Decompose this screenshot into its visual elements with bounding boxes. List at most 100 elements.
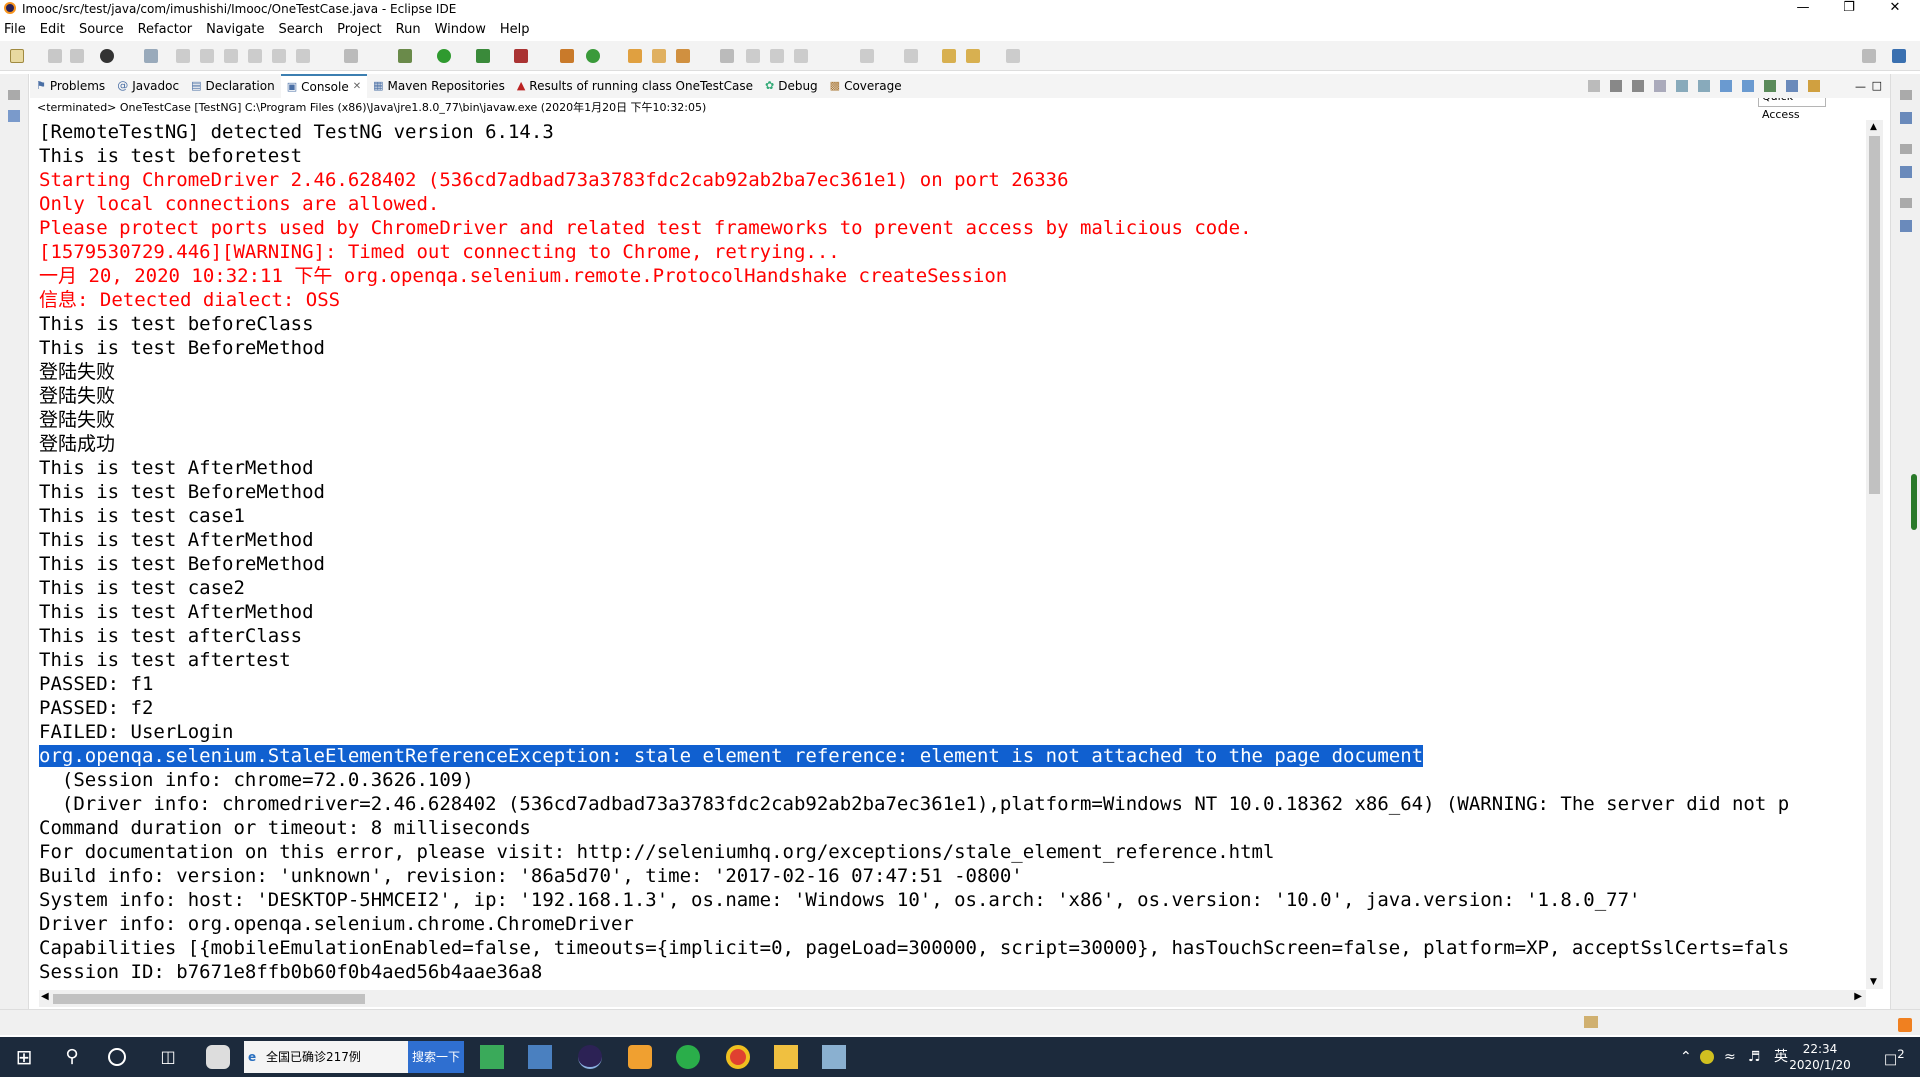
block-select-icon[interactable] xyxy=(770,49,784,63)
suspend-icon[interactable] xyxy=(200,49,214,63)
wechat-icon[interactable] xyxy=(676,1045,700,1069)
vertical-scroll-thumb[interactable] xyxy=(1869,136,1880,494)
terminate-console-icon[interactable] xyxy=(1588,80,1600,92)
tab-javadoc[interactable]: @ Javadoc xyxy=(111,74,185,98)
pin-console-icon[interactable] xyxy=(1764,80,1776,92)
save-all-icon[interactable] xyxy=(70,49,84,63)
taskbar-clock[interactable]: 22:34 2020/1/20 xyxy=(1770,1041,1870,1073)
step-return-icon[interactable] xyxy=(296,49,310,63)
coverage-run-icon[interactable] xyxy=(476,49,490,63)
open-type-icon[interactable] xyxy=(628,49,642,63)
show-on-output-icon[interactable] xyxy=(1720,80,1732,92)
new-class-icon[interactable] xyxy=(586,49,600,63)
console-line-text[interactable]: org.openqa.selenium.StaleElementReferenc… xyxy=(39,745,1424,767)
notification-rss-icon[interactable] xyxy=(1898,1018,1912,1032)
close-tab-icon[interactable]: ✕ xyxy=(353,75,361,99)
menu-help[interactable]: Help xyxy=(500,22,530,37)
menu-window[interactable]: Window xyxy=(435,22,486,37)
scroll-lock-icon[interactable] xyxy=(1676,80,1688,92)
restore-view-icon[interactable] xyxy=(8,90,20,100)
task-list-icon[interactable] xyxy=(1900,112,1912,124)
open-perspective-icon[interactable] xyxy=(1862,49,1876,63)
terminate-icon[interactable] xyxy=(224,49,238,63)
menu-refactor[interactable]: Refactor xyxy=(138,22,193,37)
file-explorer-icon[interactable] xyxy=(774,1045,798,1069)
menu-navigate[interactable]: Navigate xyxy=(206,22,264,37)
skip-breakpoints-icon[interactable] xyxy=(144,49,158,63)
back-icon[interactable] xyxy=(966,49,980,63)
search-tool-icon[interactable] xyxy=(676,49,690,63)
scroll-right-icon[interactable]: ▶ xyxy=(1854,991,1862,1002)
tab-problems[interactable]: ⚑ Problems xyxy=(30,74,111,98)
menu-source[interactable]: Source xyxy=(79,22,124,37)
word-wrap-icon[interactable] xyxy=(1698,80,1710,92)
vertical-scrollbar[interactable]: ▲ ▼ xyxy=(1866,120,1883,989)
taskbar-search-input[interactable]: e 全国已确诊217例 xyxy=(244,1041,408,1073)
open-folder-icon[interactable] xyxy=(652,49,666,63)
app-icon[interactable] xyxy=(822,1045,846,1069)
app-icon[interactable] xyxy=(628,1045,652,1069)
cortana-icon[interactable] xyxy=(108,1048,126,1066)
volume-icon[interactable]: ♬ xyxy=(1748,1037,1761,1077)
restore-outline-icon[interactable] xyxy=(1900,144,1912,154)
close-button[interactable]: ✕ xyxy=(1872,0,1918,17)
tray-app-icon[interactable] xyxy=(1700,1050,1714,1064)
console-output[interactable]: [RemoteTestNG] detected TestNG version 6… xyxy=(39,120,1866,989)
app-icon[interactable] xyxy=(480,1045,504,1069)
annotation-icon[interactable] xyxy=(720,49,734,63)
search-icon[interactable]: ⚲ xyxy=(60,1045,84,1069)
app-icon[interactable] xyxy=(206,1045,230,1069)
taskbar-search-button[interactable]: 搜索一下 xyxy=(408,1041,464,1073)
scroll-left-icon[interactable]: ◀ xyxy=(41,991,49,1002)
notification-center-icon[interactable]: □2 xyxy=(1884,1047,1905,1068)
display-console-icon[interactable] xyxy=(1786,80,1798,92)
open-task-icon[interactable] xyxy=(344,49,358,63)
remove-launch-icon[interactable] xyxy=(1610,80,1622,92)
debug-run-icon[interactable] xyxy=(398,49,412,63)
forward-icon[interactable] xyxy=(1006,49,1020,63)
restore-button[interactable]: ❐ xyxy=(1826,0,1872,17)
remove-all-launches-icon[interactable] xyxy=(1632,80,1644,92)
profile-icon[interactable] xyxy=(100,49,114,63)
chrome-icon[interactable] xyxy=(726,1045,750,1069)
toggle-mark-icon[interactable] xyxy=(746,49,760,63)
horizontal-scroll-thumb[interactable] xyxy=(53,994,365,1004)
tab-coverage[interactable]: ▩ Coverage xyxy=(824,74,908,98)
menu-file[interactable]: File xyxy=(4,22,26,37)
network-icon[interactable]: ≈ xyxy=(1724,1037,1736,1077)
step-into-icon[interactable] xyxy=(248,49,262,63)
save-icon[interactable] xyxy=(48,49,62,63)
menu-edit[interactable]: Edit xyxy=(40,22,65,37)
next-annotation-icon[interactable] xyxy=(860,49,874,63)
scroll-up-icon[interactable]: ▲ xyxy=(1870,122,1877,132)
show-whitespace-icon[interactable] xyxy=(794,49,808,63)
show-on-error-icon[interactable] xyxy=(1742,80,1754,92)
run-icon[interactable] xyxy=(437,49,451,63)
menu-search[interactable]: Search xyxy=(278,22,323,37)
menu-run[interactable]: Run xyxy=(396,22,421,37)
resume-icon[interactable] xyxy=(176,49,190,63)
properties-icon[interactable] xyxy=(1900,220,1912,232)
open-console-icon[interactable] xyxy=(1808,80,1820,92)
maximize-view-icon[interactable]: □ xyxy=(1872,79,1882,92)
prev-annotation-icon[interactable] xyxy=(904,49,918,63)
package-explorer-icon[interactable] xyxy=(8,110,20,122)
scroll-down-icon[interactable]: ▼ xyxy=(1870,977,1877,987)
eclipse-taskbar-icon[interactable] xyxy=(578,1045,602,1069)
restore-bottom-icon[interactable] xyxy=(1900,198,1912,208)
app-icon[interactable] xyxy=(528,1045,552,1069)
tab-console[interactable]: ▣ Console ✕ xyxy=(280,74,368,99)
clear-console-icon[interactable] xyxy=(1654,80,1666,92)
new-java-project-icon[interactable] xyxy=(560,49,574,63)
horizontal-scrollbar[interactable]: ◀ ▶ xyxy=(39,990,1866,1007)
status-bar-icon[interactable] xyxy=(1584,1016,1598,1028)
tab-maven-repositories[interactable]: ▦ Maven Repositories xyxy=(367,74,511,98)
menu-project[interactable]: Project xyxy=(337,22,381,37)
new-icon[interactable] xyxy=(10,49,24,63)
tab-testng-results[interactable]: ▲ Results of running class OneTestCase xyxy=(511,74,759,98)
tab-debug[interactable]: ✿ Debug xyxy=(759,74,824,98)
restore-editor-icon[interactable] xyxy=(1900,90,1912,100)
task-view-icon[interactable]: ◫ xyxy=(156,1045,180,1069)
external-tools-icon[interactable] xyxy=(514,49,528,63)
tray-chevron-icon[interactable]: ⌃ xyxy=(1680,1037,1692,1077)
